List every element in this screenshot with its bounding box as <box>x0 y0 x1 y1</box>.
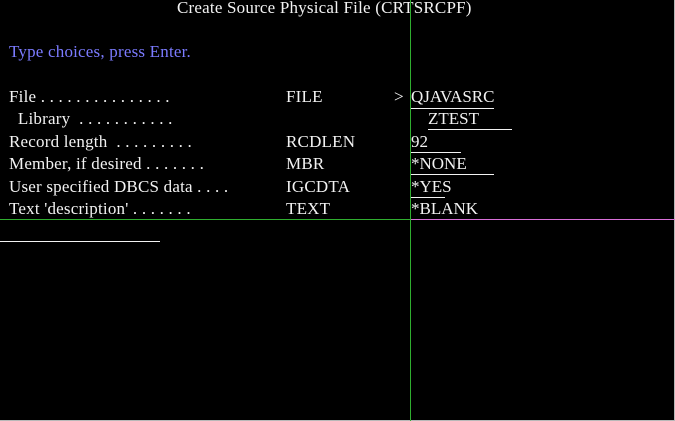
dbcs-input[interactable]: *YES <box>411 177 452 197</box>
screen-title: Create Source Physical File (CRTSRCPF) <box>177 0 472 17</box>
library-input[interactable]: ZTEST <box>428 109 479 129</box>
dbcs-keyword: IGCDTA <box>286 177 351 196</box>
text-description-label: Text 'description' . . . . . . . <box>9 199 191 218</box>
member-input[interactable]: *NONE <box>411 154 467 174</box>
text-description-continuation-underline <box>0 241 160 242</box>
column-ruler-line <box>410 0 411 421</box>
text-description-keyword: TEXT <box>286 199 331 218</box>
record-length-label: Record length . . . . . . . . . <box>9 132 192 151</box>
record-length-input-underline <box>411 152 461 153</box>
text-description-input[interactable]: *BLANK <box>411 199 478 219</box>
file-input[interactable]: QJAVASRC <box>411 87 494 107</box>
row-ruler-line-left <box>0 219 410 220</box>
library-label: Library . . . . . . . . . . . <box>9 109 173 128</box>
record-length-keyword: RCDLEN <box>286 132 356 151</box>
member-label: Member, if desired . . . . . . . <box>9 154 205 173</box>
record-length-input[interactable]: 92 <box>411 132 428 152</box>
dbcs-input-underline <box>411 197 445 198</box>
terminal-screen: Create Source Physical File (CRTSRCPF) T… <box>0 0 675 421</box>
member-input-underline <box>411 174 494 175</box>
instruction-text: Type choices, press Enter. <box>9 42 191 61</box>
row-ruler-line-right <box>411 219 675 220</box>
member-keyword: MBR <box>286 154 325 173</box>
file-label: File . . . . . . . . . . . . . . . <box>9 87 170 106</box>
library-input-underline <box>428 129 512 130</box>
file-keyword: FILE <box>286 87 323 106</box>
file-prompt-marker: > <box>394 87 404 106</box>
dbcs-label: User specified DBCS data . . . . <box>9 177 229 196</box>
